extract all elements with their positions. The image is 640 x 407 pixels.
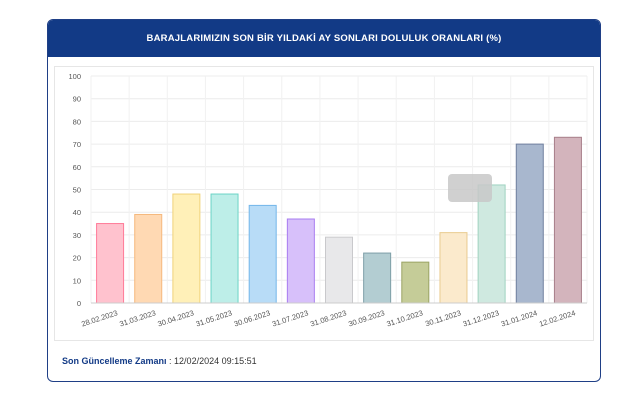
- y-tick-label: 10: [73, 276, 81, 285]
- chart-tooltip: [448, 174, 492, 202]
- bar: [325, 236, 353, 304]
- x-tick-label: 31.12.2023: [462, 308, 500, 328]
- bar: [96, 223, 125, 304]
- bar: [553, 136, 582, 304]
- y-tick-label: 20: [73, 254, 81, 263]
- y-tick-label: 0: [77, 299, 81, 308]
- bar: [363, 252, 392, 304]
- y-tick-label: 60: [73, 163, 81, 172]
- y-tick-label: 80: [73, 117, 81, 126]
- last-updated-value: 12/02/2024 09:15:51: [174, 356, 257, 366]
- bar: [439, 232, 468, 304]
- bar: [172, 193, 201, 304]
- chart-area: 0 10 20 30 40 50 60 70 80 90 100 28.02.2023 31.03.20…: [54, 66, 594, 341]
- y-tick-label: 100: [68, 72, 81, 81]
- x-tick-label: 30.11.2023: [424, 308, 462, 328]
- x-tick-label: 31.07.2023: [271, 308, 309, 328]
- x-tick-label: 31.05.2023: [195, 308, 233, 328]
- x-tick-label: 30.09.2023: [347, 308, 385, 328]
- last-updated-label: Son Güncelleme Zamanı: [62, 356, 167, 366]
- bar: [401, 261, 430, 304]
- y-tick-label: 90: [73, 95, 81, 104]
- card-title: BARAJLARIMIZIN SON BİR YILDAKİ AY SONLAR…: [48, 20, 600, 57]
- bar: [477, 184, 506, 304]
- bar-chart: 0 10 20 30 40 50 60 70 80 90 100 28.02.2023 31.03.20…: [68, 72, 588, 329]
- x-tick-label: 30.04.2023: [157, 308, 195, 328]
- y-tick-label: 40: [73, 208, 81, 217]
- x-tick-label: 30.06.2023: [233, 308, 271, 328]
- dam-occupancy-card: BARAJLARIMIZIN SON BİR YILDAKİ AY SONLAR…: [47, 19, 601, 382]
- x-tick-label: 31.03.2023: [118, 308, 156, 328]
- bar: [134, 213, 163, 304]
- bar: [248, 204, 277, 304]
- x-tick-label: 31.01.2024: [500, 308, 538, 328]
- bar: [286, 218, 315, 304]
- y-tick-label: 70: [73, 140, 81, 149]
- last-updated: Son Güncelleme Zamanı : 12/02/2024 09:15…: [62, 356, 257, 366]
- x-tick-label: 31.08.2023: [309, 308, 347, 328]
- bar: [210, 193, 239, 304]
- last-updated-separator: :: [166, 356, 175, 366]
- y-tick-label: 30: [73, 231, 81, 240]
- x-tick-label: 31.10.2023: [385, 308, 423, 328]
- bar: [515, 143, 544, 304]
- x-tick-label: 28.02.2023: [80, 308, 118, 328]
- y-tick-label: 50: [73, 186, 81, 195]
- x-tick-label: 12.02.2024: [538, 308, 576, 328]
